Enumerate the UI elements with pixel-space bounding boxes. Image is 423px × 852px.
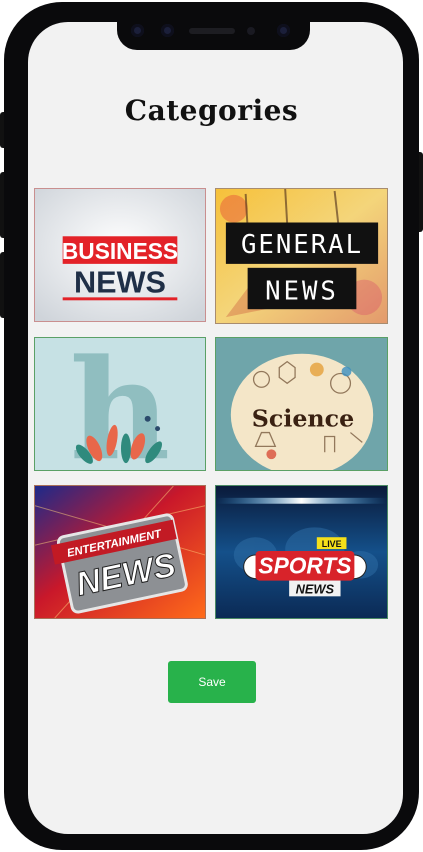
category-entertainment-news[interactable]: ENTERTAINMENT NEWS bbox=[34, 485, 206, 619]
sports-live-label: LIVE bbox=[322, 539, 342, 549]
category-general-news[interactable]: GENERAL NEWS bbox=[215, 188, 388, 324]
sports-news-label: NEWS bbox=[296, 581, 335, 596]
general-label: GENERAL bbox=[241, 230, 363, 260]
page-title: Categories bbox=[124, 94, 299, 127]
health-image: h bbox=[35, 338, 205, 470]
earpiece-speaker bbox=[189, 28, 235, 34]
science-label: Science bbox=[252, 405, 354, 433]
category-health[interactable]: h bbox=[34, 337, 206, 471]
category-science[interactable]: Science bbox=[215, 337, 388, 471]
business-news-label: NEWS bbox=[74, 265, 166, 299]
proximity-sensor bbox=[247, 27, 255, 35]
general-news-image: GENERAL NEWS bbox=[216, 189, 387, 323]
sports-news-image: LIVE SPORTS NEWS bbox=[216, 486, 387, 618]
category-sports-news[interactable]: LIVE SPORTS NEWS bbox=[215, 485, 388, 619]
sensor-icon bbox=[161, 24, 174, 37]
sports-label: SPORTS bbox=[258, 553, 351, 579]
entertainment-news-image: ENTERTAINMENT NEWS bbox=[35, 486, 205, 618]
general-news-label: NEWS bbox=[265, 276, 339, 306]
science-image: Science bbox=[216, 338, 387, 470]
business-news-image: BUSINESS NEWS bbox=[35, 189, 205, 321]
save-button[interactable]: Save bbox=[168, 661, 256, 703]
business-label: BUSINESS bbox=[62, 238, 178, 264]
category-business-news[interactable]: BUSINESS NEWS bbox=[34, 188, 206, 322]
camera-notch bbox=[117, 10, 310, 50]
face-id-icon bbox=[277, 24, 290, 37]
front-camera-icon bbox=[131, 24, 144, 37]
